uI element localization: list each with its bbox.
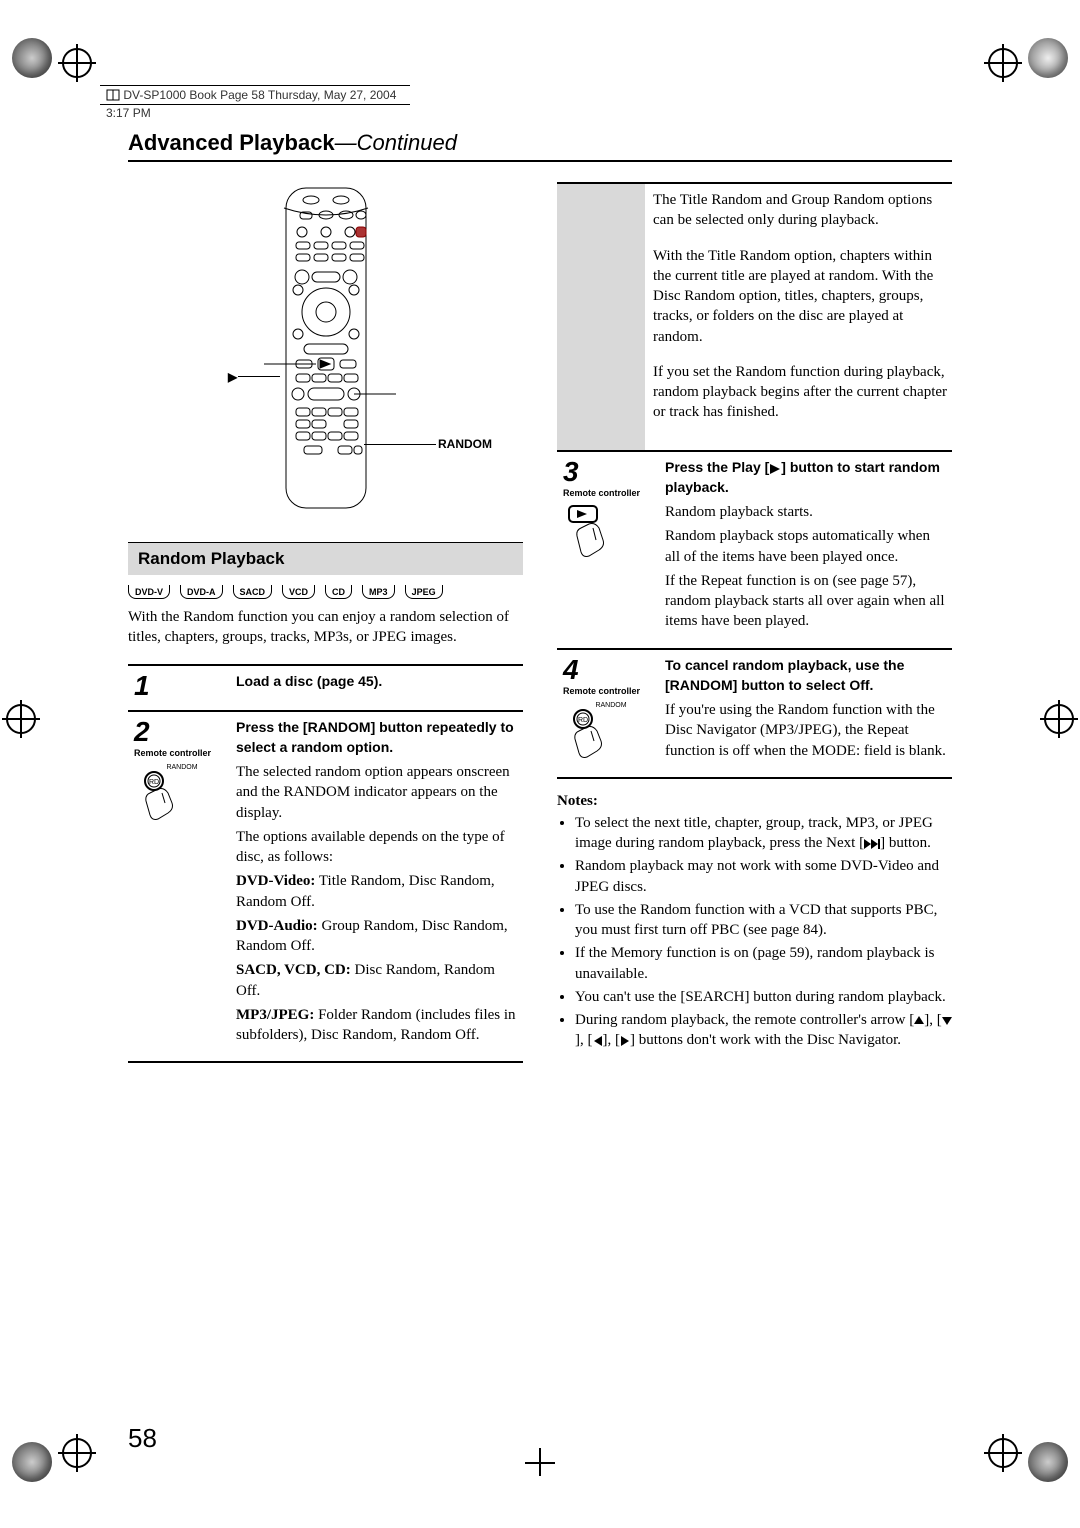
section-intro: With the Random function you can enjoy a… [128, 607, 523, 648]
step-source-label: Remote controller [563, 488, 659, 498]
step-instruction: Load a disc (page 45). [236, 673, 382, 689]
random-button-icon: RANDOM RD [563, 702, 659, 764]
book-info-text: DV-SP1000 Book Page 58 Thursday, May 27,… [106, 88, 396, 120]
section-heading-random-playback: Random Playback [128, 542, 523, 575]
continuation-block: The Title Random and Group Random option… [557, 182, 952, 450]
step-row: 4 Remote controller RANDOM RD [557, 648, 952, 779]
collation-dot [12, 38, 52, 78]
step-text: The options available depends on the typ… [236, 827, 519, 868]
reg-mark [6, 704, 36, 734]
random-button-icon: RANDOM RD [134, 764, 230, 826]
format-badge: DVD-V [128, 585, 170, 599]
imposition-header: DV-SP1000 Book Page 58 Thursday, May 27,… [100, 85, 410, 105]
next-icon [864, 839, 880, 849]
collation-dot [1028, 38, 1068, 78]
note-item: During random playback, the remote contr… [575, 1010, 952, 1051]
note-item: If the Memory function is on (page 59), … [575, 943, 952, 984]
notes-heading: Notes: [557, 793, 952, 810]
step-instruction: To cancel random playback, use the [RAND… [665, 657, 904, 693]
step-row: 2 Remote controller RANDOM RD [128, 710, 523, 1064]
step-source-label: Remote controller [563, 686, 659, 696]
body-text: If you set the Random function during pl… [653, 362, 948, 423]
arrow-right-icon [620, 1036, 630, 1046]
page-number: 58 [128, 1423, 157, 1454]
step-text: MP3/JPEG: Folder Random (includes files … [236, 1005, 519, 1046]
hand-press-icon: RD [563, 709, 623, 759]
hand-press-icon [563, 504, 623, 560]
play-button-icon [563, 504, 659, 565]
note-item: You can't use the [SEARCH] button during… [575, 987, 952, 1007]
callout-play-icon: ▶ [228, 370, 237, 384]
callout-leader [364, 444, 436, 445]
note-item: To use the Random function with a VCD th… [575, 900, 952, 941]
callout-leader [238, 376, 280, 377]
format-badge: VCD [282, 585, 315, 599]
step-number: 4 [563, 656, 659, 684]
step-number: 2 [134, 718, 230, 746]
format-badge: MP3 [362, 585, 395, 599]
step-source-label: Remote controller [134, 748, 230, 758]
format-badges: DVD-V DVD-A SACD VCD CD MP3 JPEG [128, 585, 523, 599]
step-text: Random playback stops automatically when… [665, 526, 948, 567]
arrow-left-icon [593, 1036, 603, 1046]
format-badge: JPEG [405, 585, 443, 599]
step-number: 3 [563, 458, 659, 486]
step-text: The selected random option appears onscr… [236, 762, 519, 823]
reg-mark [988, 1438, 1018, 1468]
svg-text:RD: RD [149, 779, 159, 786]
step-text: DVD-Video: Title Random, Disc Random, Ra… [236, 871, 519, 912]
callout-random-label: RANDOM [438, 437, 492, 451]
body-text: With the Title Random option, chapters w… [653, 246, 948, 347]
step-row: 3 Remote controller Press the Play [] bu… [557, 450, 952, 648]
step-instruction: Press the Play [] button to start random… [665, 459, 940, 495]
reg-mark [1044, 704, 1074, 734]
step-text: If you're using the Random function with… [665, 700, 948, 761]
reg-mark [62, 1438, 92, 1468]
arrow-down-icon [942, 1016, 952, 1026]
collation-dot [1028, 1442, 1068, 1482]
note-item: To select the next title, chapter, group… [575, 813, 952, 854]
book-icon [106, 88, 120, 102]
arrow-up-icon [914, 1016, 924, 1026]
step-text: SACD, VCD, CD: Disc Random, Random Off. [236, 960, 519, 1001]
page-title: Advanced Playback—Continued [128, 130, 952, 162]
reg-mark [62, 48, 92, 78]
step-number: 1 [134, 672, 230, 700]
remote-svg [256, 182, 396, 522]
step-text: DVD-Audio: Group Random, Disc Random, Ra… [236, 916, 519, 957]
notes-list: To select the next title, chapter, group… [557, 813, 952, 1051]
step-text: If the Repeat function is on (see page 5… [665, 571, 948, 632]
step-row: 1 Load a disc (page 45). [128, 664, 523, 710]
format-badge: CD [325, 585, 352, 599]
step-text: Random playback starts. [665, 502, 948, 522]
format-badge: SACD [233, 585, 273, 599]
format-badge: DVD-A [180, 585, 223, 599]
collation-dot [12, 1442, 52, 1482]
body-text: The Title Random and Group Random option… [653, 190, 948, 231]
svg-text:RD: RD [578, 717, 588, 724]
remote-illustration: ▶ RANDOM [128, 182, 523, 522]
note-item: Random playback may not work with some D… [575, 856, 952, 897]
hand-press-icon: RD [134, 771, 194, 821]
play-icon [769, 464, 781, 474]
reg-mark [988, 48, 1018, 78]
step-instruction: Press the [RANDOM] button repeatedly to … [236, 719, 514, 755]
